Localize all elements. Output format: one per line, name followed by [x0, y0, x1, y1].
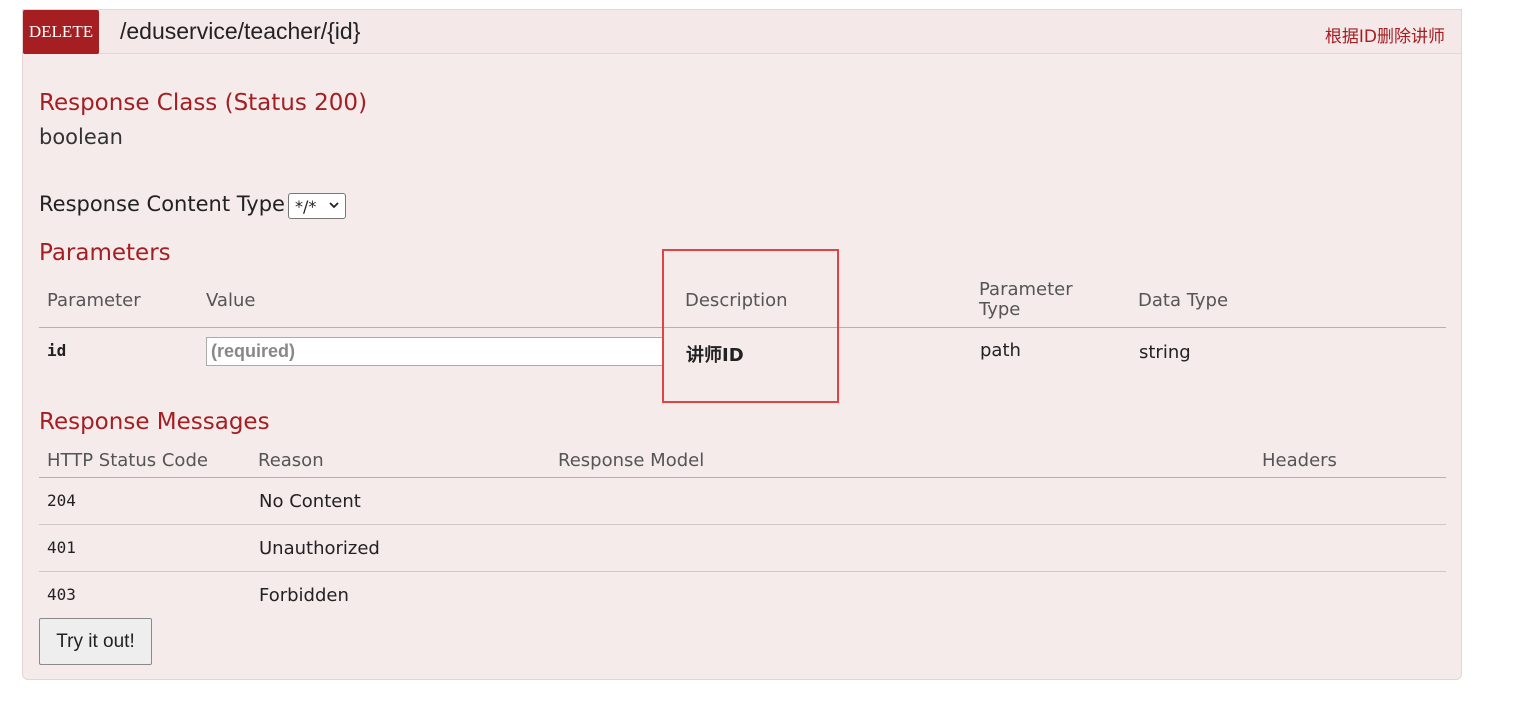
content-type-selected: */*	[295, 196, 317, 216]
endpoint-summary[interactable]: 根据ID删除讲师	[1325, 22, 1445, 47]
resp-header-status-code: HTTP Status Code	[47, 450, 208, 471]
content-type-select[interactable]: */*	[288, 193, 346, 219]
endpoint-path[interactable]: /eduservice/teacher/{id}	[120, 18, 360, 45]
response-messages-title: Response Messages	[39, 409, 270, 435]
param-header-parameter-type: Parameter Type	[979, 279, 1073, 320]
description-highlight-box	[662, 249, 839, 403]
resp-reason: No Content	[259, 491, 361, 512]
resp-code: 204	[47, 491, 76, 510]
row-divider	[39, 571, 1446, 572]
resp-reason: Unauthorized	[259, 538, 380, 559]
param-header-parameter: Parameter	[47, 290, 141, 311]
param-header-value: Value	[206, 290, 256, 311]
resp-header-divider	[39, 477, 1446, 478]
row-divider	[39, 524, 1446, 525]
operation-heading[interactable]: DELETE /eduservice/teacher/{id} 根据ID删除讲师	[23, 10, 1461, 54]
http-method-badge[interactable]: DELETE	[23, 10, 99, 54]
param-name: id	[47, 341, 67, 360]
content-type-label: Response Content Type	[39, 192, 285, 216]
chevron-down-icon	[328, 199, 340, 214]
parameters-title: Parameters	[39, 240, 171, 266]
param-data-type[interactable]: string	[1139, 342, 1191, 363]
resp-header-headers: Headers	[1262, 450, 1337, 471]
resp-reason: Forbidden	[259, 585, 349, 606]
resp-header-reason: Reason	[258, 450, 324, 471]
param-id-input[interactable]: (required)	[206, 337, 664, 366]
resp-code: 403	[47, 585, 76, 604]
param-type: path	[980, 340, 1021, 361]
resp-header-model: Response Model	[558, 450, 705, 471]
operation-panel: DELETE /eduservice/teacher/{id} 根据ID删除讲师…	[22, 9, 1462, 680]
resp-code: 401	[47, 538, 76, 557]
response-class-title: Response Class (Status 200)	[39, 90, 368, 116]
response-class-type: boolean	[39, 125, 123, 149]
try-it-out-button[interactable]: Try it out!	[39, 618, 152, 665]
param-header-data-type: Data Type	[1138, 290, 1229, 311]
